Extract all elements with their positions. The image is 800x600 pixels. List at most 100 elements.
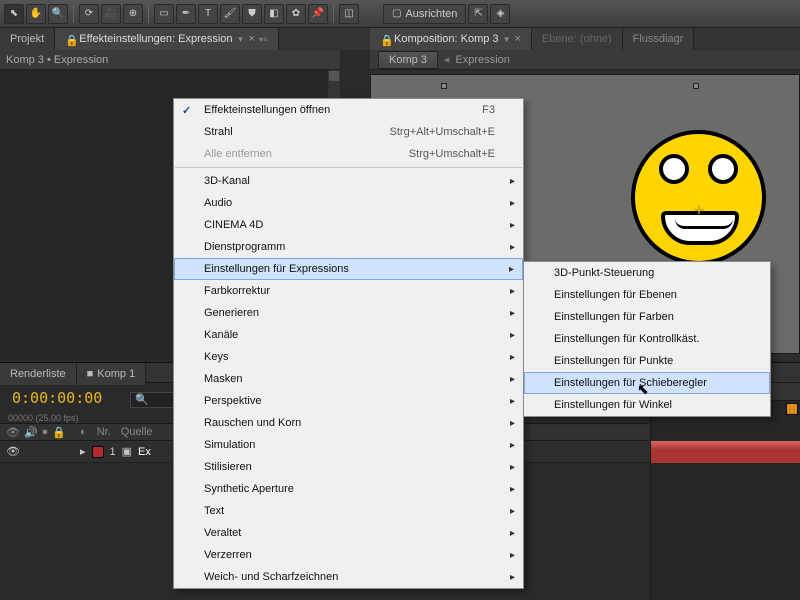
menu-item[interactable]: Text <box>174 500 523 522</box>
layer-color-swatch[interactable] <box>92 446 104 458</box>
eye-toggle-icon[interactable]: 👁 <box>6 445 20 458</box>
smiley-eye-right <box>708 154 738 184</box>
comp-handle-tl[interactable] <box>441 83 447 89</box>
selection-tool-icon[interactable]: ⬉ <box>4 4 24 24</box>
current-timecode[interactable]: 0:00:00:00 <box>4 385 110 411</box>
tab-effect-controls[interactable]: 🔒 Effekteinstellungen: Expression ▼ × ▾≡ <box>55 28 278 50</box>
menu-item[interactable]: Farbkorrektur <box>174 280 523 302</box>
panel-menu-icon[interactable]: ▾≡ <box>259 35 268 44</box>
shy-icon[interactable]: ◐ <box>80 426 87 438</box>
close-icon[interactable]: × <box>248 33 254 45</box>
scroll-up-icon[interactable] <box>329 71 339 81</box>
smiley-layer[interactable] <box>631 130 766 265</box>
align-toggle[interactable]: ▢ Ausrichten <box>383 4 466 24</box>
tab-composition[interactable]: 🔒 Komposition: Komp 3 ▼ × <box>370 28 532 50</box>
menu-item[interactable]: Simulation <box>174 434 523 456</box>
menu-item-label: Kanäle <box>204 329 238 341</box>
menu-item-label: Rauschen und Korn <box>204 417 301 429</box>
menu-item[interactable]: Veraltet <box>174 522 523 544</box>
close-icon[interactable]: × <box>514 33 520 45</box>
misc-tool-icon[interactable]: ◫ <box>339 4 359 24</box>
submenu-item-label: Einstellungen für Kontrollkäst. <box>554 333 700 345</box>
menu-item[interactable]: Einstellungen für Expressions <box>174 258 523 280</box>
menu-item[interactable]: Alle entfernenStrg+Umschalt+E <box>174 143 523 165</box>
menu-item[interactable]: Keys <box>174 346 523 368</box>
menu-item-label: Einstellungen für Expressions <box>204 263 349 275</box>
active-marker-icon[interactable] <box>786 403 798 415</box>
camera-tool-icon[interactable]: 🎥 <box>101 4 121 24</box>
comp-type-icon: ▣ <box>122 445 132 458</box>
anchor-tool-icon[interactable]: ⊕ <box>123 4 143 24</box>
menu-item[interactable]: Stilisieren <box>174 456 523 478</box>
submenu-item-label: Einstellungen für Punkte <box>554 355 673 367</box>
submenu-item-label: Einstellungen für Farben <box>554 311 674 323</box>
menu-item[interactable]: Weich- und Scharfzeichnen <box>174 566 523 588</box>
menu-item[interactable]: Generieren <box>174 302 523 324</box>
lock-icon[interactable]: 🔒 <box>52 426 66 439</box>
menu-item[interactable]: Perspektive <box>174 390 523 412</box>
menu-item-label: 3D-Kanal <box>204 175 250 187</box>
menu-separator <box>175 167 522 168</box>
pen-tool-icon[interactable]: ✒ <box>176 4 196 24</box>
composition-breadcrumb: Komp 3 ◂ Expression <box>370 50 800 70</box>
puppet-tool-icon[interactable]: 📌 <box>308 4 328 24</box>
menu-item[interactable]: Kanäle <box>174 324 523 346</box>
layer-index: 1 <box>110 446 116 458</box>
search-icon: 🔍 <box>135 393 149 406</box>
tab-timeline-comp[interactable]: ■ Komp 1 <box>77 363 147 385</box>
zoom-tool-icon[interactable]: 🔍 <box>48 4 68 24</box>
breadcrumb-item[interactable]: Expression <box>455 54 509 66</box>
menu-item-label: Stilisieren <box>204 461 252 473</box>
menu-item-label: Synthetic Aperture <box>204 483 294 495</box>
shape-tool-icon[interactable]: ▭ <box>154 4 174 24</box>
menu-item[interactable]: Audio <box>174 192 523 214</box>
chevron-down-icon[interactable]: ▼ <box>503 35 511 44</box>
menu-shortcut: Strg+Alt+Umschalt+E <box>390 126 495 138</box>
menu-item[interactable]: StrahlStrg+Alt+Umschalt+E <box>174 121 523 143</box>
comp-handle-tc[interactable] <box>693 83 699 89</box>
submenu-item[interactable]: 3D-Punkt-Steuerung <box>524 262 770 284</box>
layer-name[interactable]: Ex <box>138 446 151 458</box>
stamp-tool-icon[interactable]: ⛊ <box>242 4 262 24</box>
submenu-item[interactable]: Einstellungen für Ebenen <box>524 284 770 306</box>
menu-item[interactable]: Effekteinstellungen öffnenF3 <box>174 99 523 121</box>
speaker-icon[interactable]: 🔊 <box>24 426 38 439</box>
col-nr: Nr. <box>97 426 111 438</box>
submenu-item[interactable]: Einstellungen für Punkte <box>524 350 770 372</box>
brush-tool-icon[interactable]: 🖌 <box>220 4 240 24</box>
rotate-tool-icon[interactable]: ⟳ <box>79 4 99 24</box>
snap-tool-icon[interactable]: ⇱ <box>468 4 488 24</box>
tab-render-queue[interactable]: Renderliste <box>0 363 77 385</box>
menu-item-label: Dienstprogramm <box>204 241 285 253</box>
menu-item[interactable]: 3D-Kanal <box>174 170 523 192</box>
submenu-item[interactable]: Einstellungen für Kontrollkäst. <box>524 328 770 350</box>
anchor-point-icon[interactable]: ✛ <box>694 203 704 217</box>
menu-item-label: Weich- und Scharfzeichnen <box>204 571 338 583</box>
eye-icon[interactable]: 👁 <box>6 426 20 439</box>
menu-item[interactable]: Synthetic Aperture <box>174 478 523 500</box>
tab-project[interactable]: Projekt <box>0 28 55 50</box>
menu-item[interactable]: Masken <box>174 368 523 390</box>
eraser-tool-icon[interactable]: ◧ <box>264 4 284 24</box>
menu-item[interactable]: Rauschen und Korn <box>174 412 523 434</box>
effect-controls-subtitle: Komp 3 • Expression <box>0 50 340 70</box>
submenu-item-label: 3D-Punkt-Steuerung <box>554 267 654 279</box>
top-toolbar: ⬉ ✋ 🔍 ⟳ 🎥 ⊕ ▭ ✒ T 🖌 ⛊ ◧ ✿ 📌 ◫ ▢ Ausricht… <box>0 0 800 28</box>
tab-flowchart[interactable]: Flussdiagr <box>623 28 695 50</box>
rotobrush-tool-icon[interactable]: ✿ <box>286 4 306 24</box>
menu-item[interactable]: Verzerren <box>174 544 523 566</box>
type-tool-icon[interactable]: T <box>198 4 218 24</box>
layer-duration-bar[interactable] <box>651 441 800 463</box>
submenu-item[interactable]: Einstellungen für Farben <box>524 306 770 328</box>
twirl-icon[interactable]: ▸ <box>80 445 86 458</box>
menu-item[interactable]: CINEMA 4D <box>174 214 523 236</box>
breadcrumb-item[interactable]: Komp 3 <box>378 51 438 69</box>
tab-layer[interactable]: Ebene: (ohne) <box>532 28 623 50</box>
menu-item-label: Keys <box>204 351 228 363</box>
snap-options-icon[interactable]: ◈ <box>490 4 510 24</box>
solo-icon[interactable]: ● <box>42 426 49 438</box>
menu-item[interactable]: Dienstprogramm <box>174 236 523 258</box>
chevron-down-icon[interactable]: ▼ <box>237 35 245 44</box>
hand-tool-icon[interactable]: ✋ <box>26 4 46 24</box>
menu-item-label: Verzerren <box>204 549 252 561</box>
